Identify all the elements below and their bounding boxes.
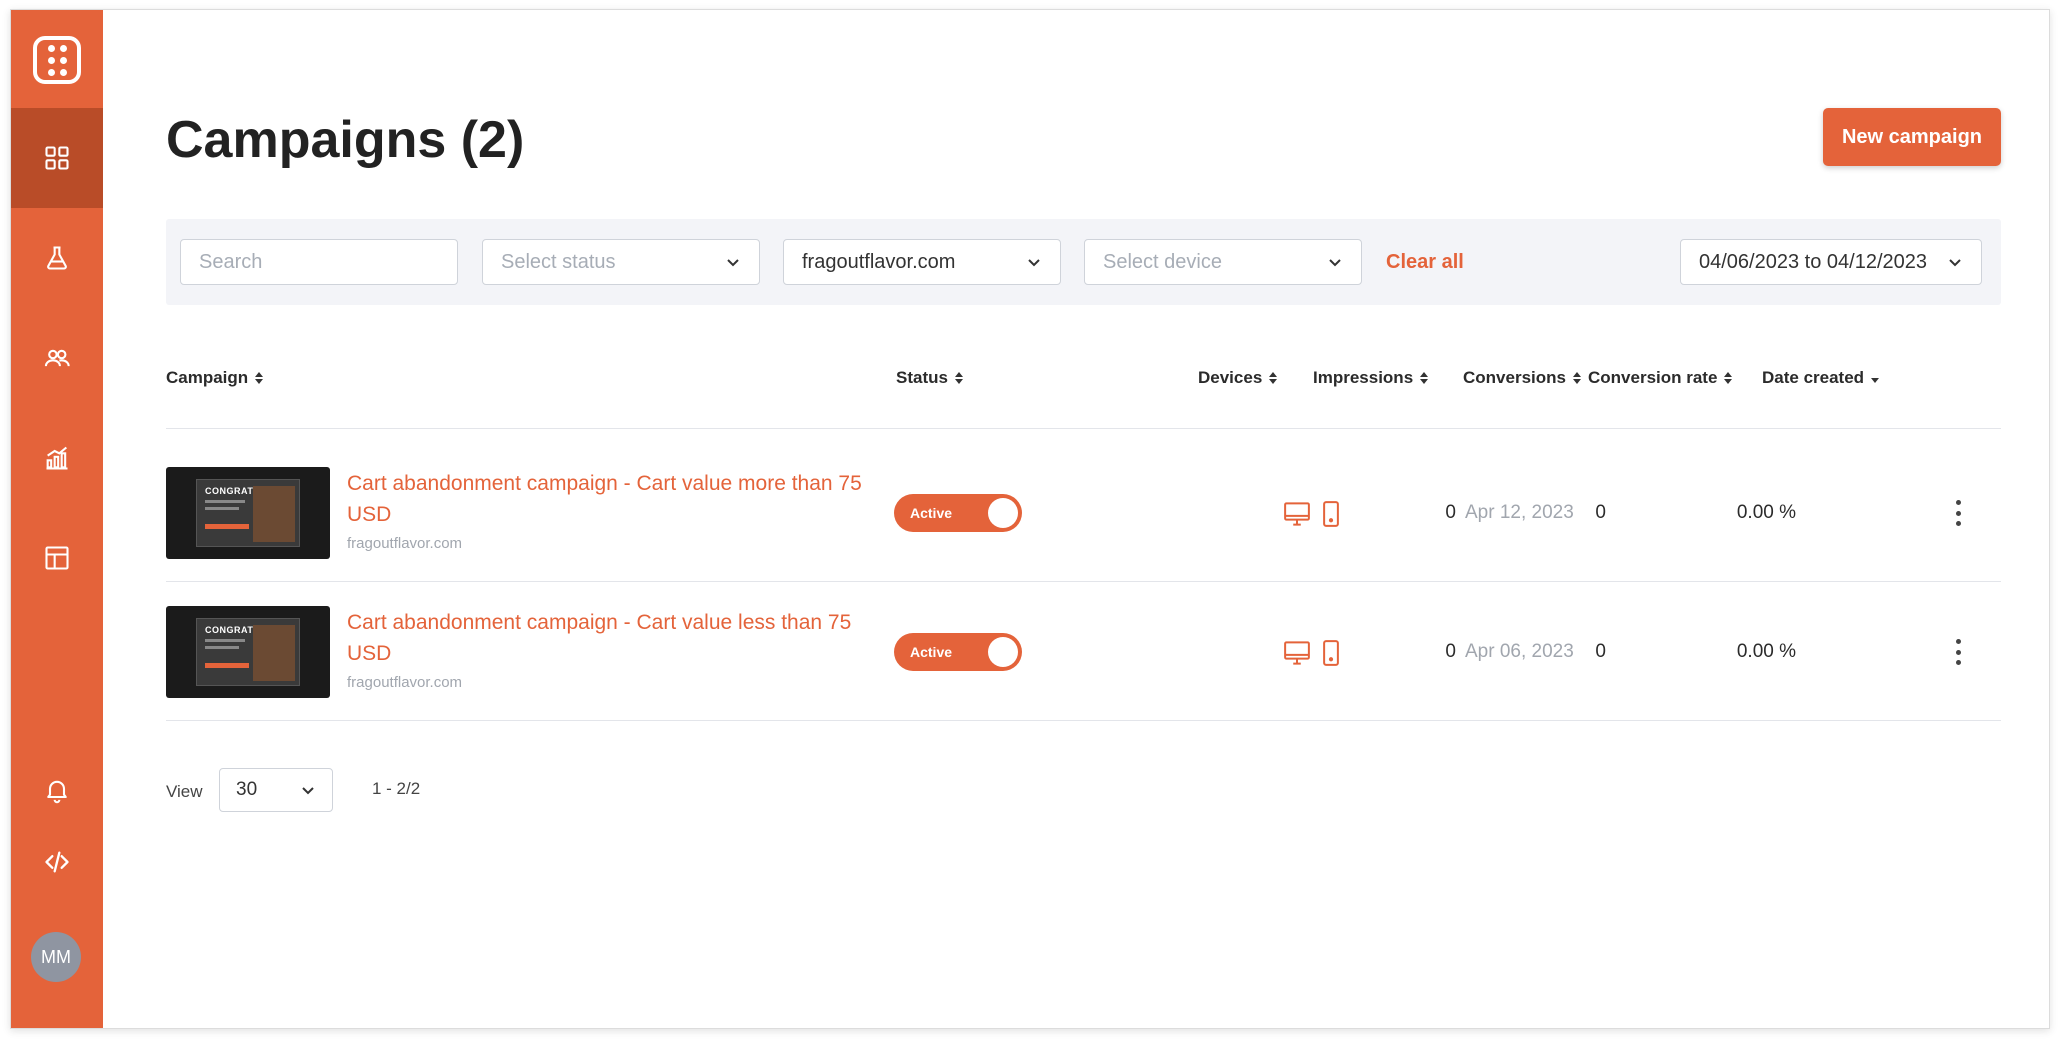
status-toggle[interactable]: Active <box>894 494 1022 532</box>
sidebar-item-templates[interactable] <box>11 508 103 608</box>
chevron-down-icon <box>1329 259 1341 267</box>
column-header-status[interactable]: Status <box>896 368 964 388</box>
campaign-domain: fragoutflavor.com <box>347 674 463 691</box>
device-select-placeholder: Select device <box>1103 250 1222 273</box>
row-divider <box>166 720 2001 721</box>
desktop-icon <box>1284 502 1310 526</box>
sort-desc-icon <box>1871 378 1880 383</box>
column-header-conversions[interactable]: Conversions <box>1463 368 1582 388</box>
sort-icon <box>1420 372 1429 384</box>
conversion-rate-value: 0.00 % <box>1736 502 1796 523</box>
sidebar-item-code[interactable] <box>11 822 103 902</box>
column-header-label: Conversion rate <box>1588 368 1718 387</box>
new-campaign-button[interactable]: New campaign <box>1823 108 2001 166</box>
impressions-value: 0 <box>1445 641 1456 662</box>
date-range-value: 04/06/2023 to 04/12/2023 <box>1699 250 1927 273</box>
column-header-campaign[interactable]: Campaign <box>166 368 264 388</box>
mobile-icon <box>1323 640 1339 666</box>
column-header-devices[interactable]: Devices <box>1198 368 1278 388</box>
column-header-label: Conversions <box>1463 368 1566 387</box>
app-logo[interactable] <box>33 36 81 84</box>
conversion-rate-value: 0.00 % <box>1736 641 1796 662</box>
clear-all-link[interactable]: Clear all <box>1386 251 1464 274</box>
chevron-down-icon <box>1949 259 1961 267</box>
domain-select[interactable]: fragoutflavor.com <box>783 239 1061 285</box>
campaign-thumbnail[interactable]: CONGRATS! <box>166 467 330 559</box>
date-created-value: Apr 12, 2023 <box>1465 502 1574 523</box>
status-toggle-label: Active <box>910 505 953 521</box>
layout-template-icon <box>45 546 69 570</box>
column-header-date-created[interactable]: Date created <box>1762 368 1880 388</box>
table-header-divider <box>166 428 2001 429</box>
sidebar-item-notifications[interactable] <box>11 750 103 830</box>
campaign-domain: fragoutflavor.com <box>347 535 463 552</box>
flask-icon <box>47 246 67 270</box>
sidebar-item-dashboard[interactable] <box>11 108 103 208</box>
status-select[interactable]: Select status <box>482 239 760 285</box>
search-input[interactable]: Search <box>180 239 458 285</box>
column-header-label: Status <box>896 368 948 387</box>
per-page-select[interactable]: 30 <box>219 768 333 812</box>
sidebar-item-experiments[interactable] <box>11 208 103 308</box>
sort-icon <box>1269 372 1278 384</box>
sidebar: MM <box>11 10 103 1028</box>
device-select[interactable]: Select device <box>1084 239 1362 285</box>
chevron-down-icon <box>302 787 314 795</box>
search-placeholder: Search <box>199 250 263 273</box>
main-content: Campaigns (2) New campaign Search Select… <box>103 10 2049 1028</box>
sort-icon <box>255 372 264 384</box>
campaign-title-link[interactable]: Cart abandonment campaign - Cart value m… <box>347 468 877 530</box>
sidebar-item-analytics[interactable] <box>11 408 103 508</box>
toggle-knob <box>988 498 1018 528</box>
toggle-knob <box>988 637 1018 667</box>
user-avatar[interactable]: MM <box>31 932 81 982</box>
sort-icon <box>1724 372 1733 384</box>
row-actions-menu-icon[interactable] <box>1946 496 1970 530</box>
table-row: CONGRATS! Cart abandonment campaign - Ca… <box>166 569 2001 707</box>
status-toggle[interactable]: Active <box>894 633 1022 671</box>
chevron-down-icon <box>1028 259 1040 267</box>
code-icon <box>45 851 69 873</box>
chevron-down-icon <box>727 259 739 267</box>
dashboard-grid-icon <box>45 146 69 170</box>
filter-bar: Search Select status fragoutflavor.com S… <box>166 219 2001 305</box>
view-label: View <box>166 782 203 801</box>
date-created-value: Apr 06, 2023 <box>1465 641 1574 662</box>
column-header-conversion-rate[interactable]: Conversion rate <box>1588 368 1733 388</box>
impressions-value: 0 <box>1445 502 1456 523</box>
column-header-impressions[interactable]: Impressions <box>1313 368 1429 388</box>
status-select-placeholder: Select status <box>501 250 616 273</box>
sort-icon <box>954 372 963 384</box>
sidebar-item-audience[interactable] <box>11 308 103 408</box>
column-header-label: Impressions <box>1313 368 1414 387</box>
mobile-icon <box>1323 501 1339 527</box>
per-page-value: 30 <box>236 779 258 800</box>
date-range-select[interactable]: 04/06/2023 to 04/12/2023 <box>1680 239 1982 285</box>
domain-select-value: fragoutflavor.com <box>802 250 956 273</box>
column-header-label: Campaign <box>166 368 249 387</box>
row-actions-menu-icon[interactable] <box>1946 635 1970 669</box>
status-toggle-label: Active <box>910 644 953 660</box>
sort-icon <box>1572 372 1581 384</box>
desktop-icon <box>1284 641 1310 665</box>
campaign-thumbnail[interactable]: CONGRATS! <box>166 606 330 698</box>
column-header-label: Date created <box>1762 368 1865 387</box>
analytics-chart-icon <box>46 446 68 470</box>
app-window: MM Campaigns (2) New campaign Search Sel… <box>10 9 2050 1029</box>
table-row: CONGRATS! Cart abandonment campaign - Ca… <box>166 430 2001 568</box>
users-icon <box>44 349 70 367</box>
column-header-label: Devices <box>1198 368 1263 387</box>
bell-icon <box>47 780 67 804</box>
campaign-title-link[interactable]: Cart abandonment campaign - Cart value l… <box>347 607 877 669</box>
pagination-range: 1 - 2/2 <box>372 779 421 798</box>
page-title: Campaigns (2) <box>166 111 525 169</box>
